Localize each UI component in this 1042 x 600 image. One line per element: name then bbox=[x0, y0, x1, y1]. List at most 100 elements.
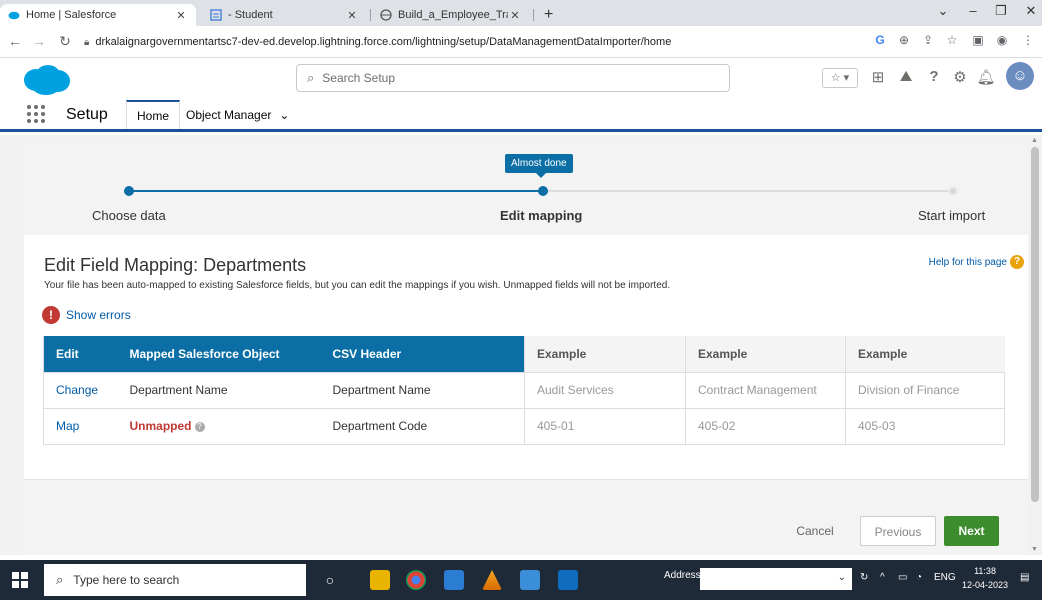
reload-icon[interactable]: ↻ bbox=[56, 33, 74, 50]
notification-center-icon[interactable]: ▤ bbox=[1020, 572, 1029, 583]
chevron-down-icon[interactable]: ⌄ bbox=[279, 108, 289, 122]
google-icon[interactable]: G bbox=[872, 33, 888, 47]
step-label-edit-mapping: Edit mapping bbox=[500, 208, 583, 223]
restore-icon[interactable]: ❐ bbox=[986, 3, 1016, 19]
close-window-icon[interactable]: ✕ bbox=[1016, 3, 1042, 19]
help-question-icon[interactable]: ? bbox=[924, 68, 944, 88]
search-icon: ⌕ bbox=[56, 572, 64, 587]
taskbar-clock[interactable]: 11:38 12-04-2023 bbox=[962, 564, 1008, 592]
salesforce-global-header: ⌕ Search Setup ☆ ▾ ⊞ ⛰ ? ⚙ 🔔︎ ☺ bbox=[0, 58, 1042, 100]
close-tab-icon[interactable]: ✕ bbox=[508, 9, 522, 22]
sidepanel-icon[interactable]: ▣ bbox=[970, 33, 986, 47]
user-avatar-icon[interactable]: ☺ bbox=[1006, 62, 1034, 90]
mapped-field-cell: Unmapped? bbox=[117, 407, 321, 445]
minimize-icon[interactable]: – bbox=[958, 3, 988, 18]
forward-icon[interactable]: → bbox=[30, 33, 48, 49]
tab-divider bbox=[370, 9, 371, 21]
column-header-example: Example bbox=[524, 336, 686, 372]
trailhead-icon[interactable]: ⛰ bbox=[896, 68, 916, 88]
language-indicator[interactable]: ENG bbox=[934, 572, 956, 583]
nav-tab-home[interactable]: Home bbox=[126, 100, 181, 129]
chrome-icon[interactable] bbox=[406, 570, 426, 590]
wizard-footer: Cancel Previous Next bbox=[24, 479, 1028, 555]
column-header-edit: Edit bbox=[43, 336, 118, 372]
progress-tooltip: Almost done bbox=[505, 154, 573, 178]
salesforce-logo-icon[interactable] bbox=[22, 64, 72, 96]
progress-indicator: Almost done Choose data Edit mapping Sta… bbox=[24, 143, 1028, 235]
show-errors-link[interactable]: ! Show errors bbox=[42, 306, 131, 324]
progress-track-remaining bbox=[543, 190, 953, 192]
refresh-icon[interactable]: ↻ bbox=[860, 572, 868, 583]
tab-search-icon[interactable]: ⌄ bbox=[928, 3, 958, 19]
next-button[interactable]: Next bbox=[944, 516, 999, 546]
windows-start-icon[interactable] bbox=[12, 572, 28, 588]
cancel-button[interactable]: Cancel bbox=[790, 516, 840, 546]
favorites-star-icon[interactable]: ☆ ▾ bbox=[822, 68, 858, 88]
browser-tab-student[interactable]: - Student ✕ bbox=[202, 4, 367, 26]
global-actions-plus-icon[interactable]: ⊞ bbox=[868, 68, 888, 88]
map-link[interactable]: Map bbox=[43, 407, 118, 445]
photos-icon[interactable] bbox=[520, 570, 540, 590]
share-icon[interactable]: ⇪ bbox=[920, 33, 936, 47]
cortana-icon[interactable]: ○ bbox=[320, 570, 340, 590]
profile-icon[interactable]: ◉ bbox=[994, 33, 1010, 47]
tray-chevron-up-icon[interactable]: ^ bbox=[880, 572, 885, 583]
app-name: Setup bbox=[66, 106, 108, 123]
browser-toolbar: ← → ↻ 🔒︎ drkalaignargovernmentartsc7-dev… bbox=[0, 26, 1042, 58]
document-icon bbox=[210, 9, 222, 21]
mapped-field-cell: Department Name bbox=[117, 371, 321, 408]
example-cell: 405-03 bbox=[845, 407, 1005, 445]
page-scrollbar[interactable]: ▲ ▼ bbox=[1028, 135, 1042, 555]
vlc-icon[interactable] bbox=[482, 570, 502, 590]
app-launcher-icon[interactable] bbox=[27, 105, 47, 125]
salesforce-cloud-icon bbox=[8, 11, 20, 20]
example-cell: Contract Management bbox=[685, 371, 846, 408]
example-cell: Audit Services bbox=[524, 371, 686, 408]
info-question-icon[interactable]: ? bbox=[194, 422, 205, 432]
address-toolbar-input[interactable]: ⌄ bbox=[700, 568, 852, 590]
taskbar-search-input[interactable]: ⌕ Type here to search bbox=[44, 564, 306, 596]
new-tab-button[interactable]: + bbox=[536, 4, 560, 26]
help-link[interactable]: Help for this page ? bbox=[929, 255, 1024, 269]
help-question-icon: ? bbox=[1010, 255, 1024, 269]
chevron-down-icon[interactable]: ⌄ bbox=[838, 572, 846, 583]
step-dot-choose-data bbox=[124, 186, 134, 196]
close-tab-icon[interactable]: ✕ bbox=[174, 9, 188, 22]
back-icon[interactable]: ← bbox=[6, 33, 24, 49]
table-row: Map Unmapped? Department Code 405-01 405… bbox=[43, 407, 1005, 445]
url-bar[interactable]: 🔒︎ drkalaignargovernmentartsc7-dev-ed.de… bbox=[84, 30, 854, 54]
windows-taskbar: ⌕ Type here to search ○ Address ⌄ ↻ ^ ▭ … bbox=[0, 560, 1042, 600]
example-cell: 405-01 bbox=[524, 407, 686, 445]
browser-tab-build-approval[interactable]: Build_a_Employee_Travel_Approv ✕ bbox=[372, 4, 530, 26]
store-icon[interactable] bbox=[444, 570, 464, 590]
scrollbar-thumb[interactable] bbox=[1031, 147, 1039, 502]
browser-tab-salesforce[interactable]: Home | Salesforce ✕ bbox=[0, 4, 196, 26]
example-cell: 405-02 bbox=[685, 407, 846, 445]
main-content: Almost done Choose data Edit mapping Sta… bbox=[0, 135, 1028, 555]
notifications-bell-icon[interactable]: 🔔︎ bbox=[976, 68, 996, 88]
table-row: Change Department Name Department Name A… bbox=[43, 371, 1005, 408]
scroll-up-icon[interactable]: ▲ bbox=[1031, 137, 1038, 144]
menu-kebab-icon[interactable]: ⋮ bbox=[1020, 33, 1036, 47]
step-label-choose-data: Choose data bbox=[92, 208, 166, 223]
nav-tab-object-manager[interactable]: Object Manager ⌄ bbox=[176, 100, 299, 129]
setup-navigation-bar: Setup Home Object Manager ⌄ bbox=[0, 100, 1042, 132]
battery-icon[interactable]: ▭ bbox=[898, 572, 907, 583]
zoom-icon[interactable]: ⊕ bbox=[896, 33, 912, 47]
table-header-row: Edit Mapped Salesforce Object CSV Header… bbox=[43, 336, 1005, 372]
mail-icon[interactable] bbox=[558, 570, 578, 590]
setup-gear-icon[interactable]: ⚙ bbox=[950, 68, 970, 88]
data-import-wizard: Almost done Choose data Edit mapping Sta… bbox=[24, 143, 1028, 555]
file-explorer-icon[interactable] bbox=[370, 570, 390, 590]
progress-track-complete bbox=[129, 190, 543, 192]
network-icon[interactable]: ◔ bbox=[916, 572, 922, 583]
change-link[interactable]: Change bbox=[43, 371, 118, 408]
previous-button[interactable]: Previous bbox=[860, 516, 936, 546]
bookmark-star-icon[interactable]: ☆ bbox=[944, 33, 960, 47]
lock-icon: 🔒︎ bbox=[84, 36, 90, 48]
example-cell: Division of Finance bbox=[845, 371, 1005, 408]
scroll-down-icon[interactable]: ▼ bbox=[1031, 546, 1038, 553]
step-dot-start-import bbox=[948, 186, 958, 196]
close-tab-icon[interactable]: ✕ bbox=[345, 9, 359, 22]
setup-search-input[interactable]: ⌕ Search Setup bbox=[296, 64, 730, 92]
